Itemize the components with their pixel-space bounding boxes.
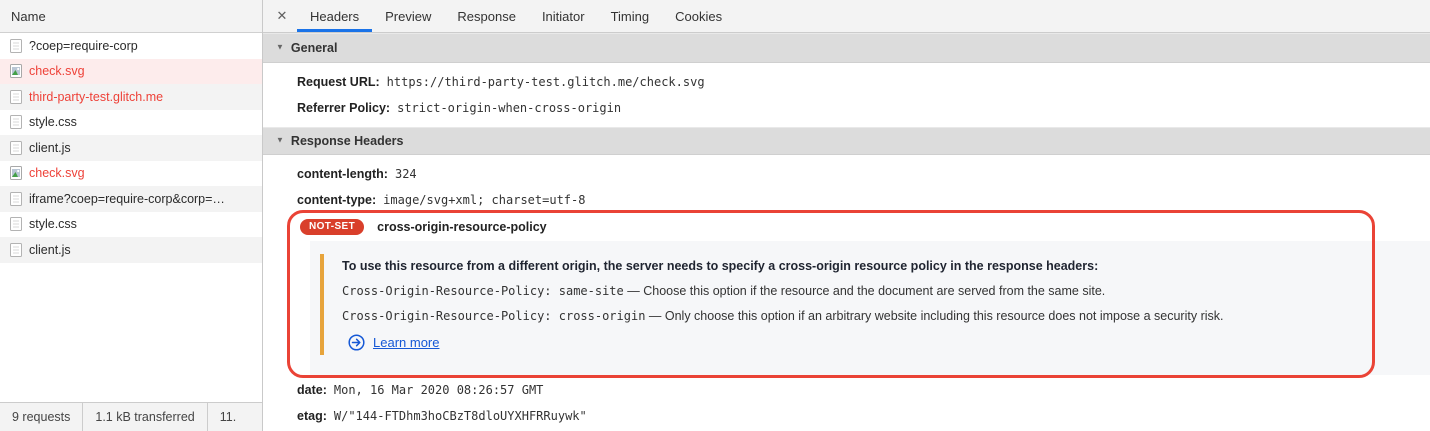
header-label: Referrer Policy: (297, 101, 390, 115)
request-name: style.css (29, 217, 77, 231)
tab-timing[interactable]: Timing (598, 0, 663, 32)
header-label: content-type: (297, 193, 376, 207)
corp-explanation-panel: To use this resource from a different or… (310, 241, 1430, 375)
learn-more-row: Learn more (342, 329, 1418, 355)
request-row[interactable]: style.css (0, 212, 262, 238)
image-icon (10, 166, 22, 180)
response-header-rows: content-length: 324 content-type: image/… (263, 155, 1430, 213)
explanation-title: To use this resource from a different or… (342, 254, 1418, 279)
request-name: client.js (29, 243, 71, 257)
header-row: date: Mon, 16 Mar 2020 08:26:57 GMT (263, 377, 1430, 403)
corp-option-cross-origin: Cross-Origin-Resource-Policy: cross-orig… (342, 304, 1418, 329)
request-name: ?coep=require-corp (29, 39, 138, 53)
document-icon (10, 243, 22, 257)
document-icon (10, 115, 22, 129)
learn-more-link[interactable]: Learn more (373, 335, 439, 350)
tab-preview[interactable]: Preview (372, 0, 444, 32)
document-icon (10, 141, 22, 155)
network-summary-bar: 9 requests 1.1 kB transferred 11. (0, 402, 262, 431)
document-icon (10, 192, 22, 206)
tab-headers[interactable]: Headers (297, 0, 372, 32)
chevron-down-icon: ▼ (276, 136, 284, 145)
request-row[interactable]: check.svg (0, 161, 262, 187)
chevron-down-icon: ▼ (276, 43, 284, 52)
header-label: etag: (297, 409, 327, 423)
requests-count: 9 requests (0, 403, 83, 431)
name-column-label: Name (11, 9, 46, 24)
request-details-panel: ✕ Headers Preview Response Initiator Tim… (263, 0, 1430, 431)
corp-option-text: — Only choose this option if an arbitrar… (645, 309, 1223, 323)
header-row: Referrer Policy: strict-origin-when-cros… (263, 95, 1430, 121)
name-column-header[interactable]: Name (0, 0, 262, 33)
tab-response[interactable]: Response (444, 0, 529, 32)
general-rows: Request URL: https://third-party-test.gl… (263, 63, 1430, 121)
missing-header-name: cross-origin-resource-policy (377, 220, 547, 234)
request-name: client.js (29, 141, 71, 155)
corp-option-same-site: Cross-Origin-Resource-Policy: same-site … (342, 279, 1418, 304)
request-name: check.svg (29, 166, 85, 180)
header-label: Request URL: (297, 75, 380, 89)
close-icon[interactable]: ✕ (267, 0, 297, 32)
response-headers-section-title: Response Headers (291, 134, 404, 148)
request-name: third-party-test.glitch.me (29, 90, 163, 104)
header-label: content-length: (297, 167, 388, 181)
request-row[interactable]: ?coep=require-corp (0, 33, 262, 59)
general-section-header[interactable]: ▼ General (263, 33, 1430, 63)
transferred-size: 1.1 kB transferred (83, 403, 207, 431)
devtools-network-panel: Name ?coep=require-corp check.svg third-… (0, 0, 1430, 431)
header-value: strict-origin-when-cross-origin (397, 101, 621, 115)
response-headers-section-header[interactable]: ▼ Response Headers (263, 127, 1430, 155)
corp-option-code: Cross-Origin-Resource-Policy: cross-orig… (342, 309, 645, 323)
header-value: Mon, 16 Mar 2020 08:26:57 GMT (334, 383, 544, 397)
resources-size: 11. (208, 403, 248, 431)
header-value: https://third-party-test.glitch.me/check… (387, 75, 705, 89)
document-icon (10, 39, 22, 53)
header-value: W/"144-FTDhm3hoCBzT8dloUYXHFRRuywk" (334, 409, 587, 423)
request-row[interactable]: check.svg (0, 59, 262, 85)
header-row: content-type: image/svg+xml; charset=utf… (263, 187, 1430, 213)
not-set-badge: NOT-SET (300, 219, 364, 235)
header-row: Request URL: https://third-party-test.gl… (263, 69, 1430, 95)
header-value: image/svg+xml; charset=utf-8 (383, 193, 585, 207)
network-request-list: Name ?coep=require-corp check.svg third-… (0, 0, 263, 431)
request-row[interactable]: iframe?coep=require-corp&corp=… (0, 186, 262, 212)
corp-explanation-content: To use this resource from a different or… (320, 254, 1418, 355)
response-header-rows-after: date: Mon, 16 Mar 2020 08:26:57 GMT etag… (263, 375, 1430, 429)
request-name: check.svg (29, 64, 85, 78)
image-icon (10, 64, 22, 78)
details-tabbar: ✕ Headers Preview Response Initiator Tim… (263, 0, 1430, 33)
request-name: iframe?coep=require-corp&corp=… (29, 192, 225, 206)
request-rows: ?coep=require-corp check.svg third-party… (0, 33, 262, 402)
request-name: style.css (29, 115, 77, 129)
document-icon (10, 217, 22, 231)
corp-option-code: Cross-Origin-Resource-Policy: same-site (342, 284, 624, 298)
header-value: 324 (395, 167, 417, 181)
request-row[interactable]: third-party-test.glitch.me (0, 84, 262, 110)
header-row: etag: W/"144-FTDhm3hoCBzT8dloUYXHFRRuywk… (263, 403, 1430, 429)
request-row[interactable]: client.js (0, 237, 262, 263)
request-row[interactable]: style.css (0, 110, 262, 136)
arrow-circle-right-icon[interactable] (348, 334, 365, 351)
missing-header-row: NOT-SET cross-origin-resource-policy (263, 213, 1430, 241)
request-row[interactable]: client.js (0, 135, 262, 161)
tab-cookies[interactable]: Cookies (662, 0, 735, 32)
header-label: date: (297, 383, 327, 397)
tab-initiator[interactable]: Initiator (529, 0, 598, 32)
general-section-title: General (291, 41, 338, 55)
corp-option-text: — Choose this option if the resource and… (624, 284, 1106, 298)
header-row: content-length: 324 (263, 161, 1430, 187)
document-icon (10, 90, 22, 104)
